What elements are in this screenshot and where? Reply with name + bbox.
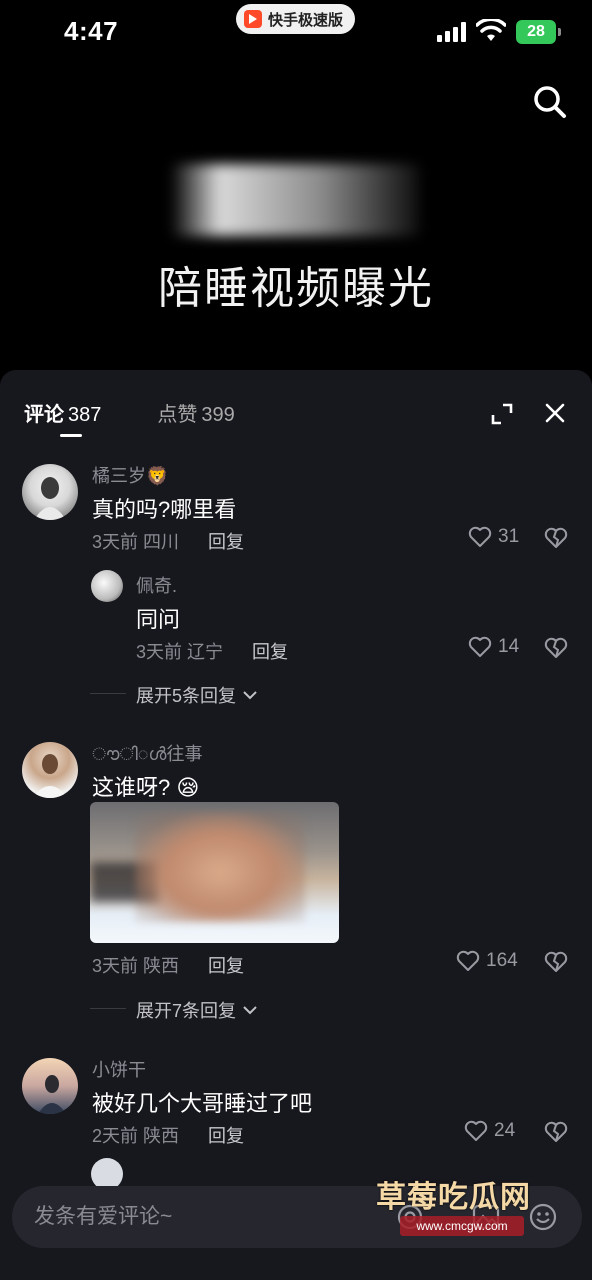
- like-count: 14: [498, 636, 520, 657]
- dislike-heart-icon[interactable]: [544, 1120, 568, 1144]
- comment-time: 3天前: [92, 532, 139, 552]
- heart-icon: [464, 1120, 488, 1141]
- username-text: 橘三岁: [92, 466, 146, 486]
- avatar-person-icon: [32, 754, 68, 798]
- lion-emoji-icon: 🦁: [146, 466, 169, 486]
- tab-likes-count: 399: [201, 404, 235, 426]
- comment-text[interactable]: 被好几个大哥睡过了吧: [92, 1086, 312, 1118]
- dislike-heart-icon[interactable]: [544, 526, 568, 550]
- expand-replies-button[interactable]: 展开5条回复: [89, 682, 258, 708]
- watermark-title: 草莓吃瓜网: [376, 1181, 531, 1214]
- app-badge-label: 快手极速版: [268, 11, 344, 29]
- comment-location: 陕西: [143, 1126, 180, 1146]
- tab-comments-count: 387: [68, 404, 102, 426]
- video-caption: 陪睡视频曝光: [158, 264, 434, 313]
- status-time: 4:47: [64, 16, 119, 46]
- watermark-url: www.cmcgw.com: [400, 1216, 524, 1236]
- comment-meta: 2天前 陕西 回复: [92, 1122, 244, 1148]
- comment-time: 2天前: [92, 1126, 139, 1146]
- battery-indicator: 28: [516, 20, 561, 44]
- comment-text[interactable]: 这谁呀? 😪: [92, 770, 199, 802]
- like-count: 24: [494, 1120, 516, 1141]
- like-button[interactable]: 24: [464, 1120, 515, 1142]
- comment-username[interactable]: 佩奇.: [136, 572, 177, 598]
- chevron-down-icon: [243, 1006, 257, 1015]
- chevron-down-icon: [243, 691, 257, 700]
- image-mosaic: [135, 812, 305, 922]
- blurred-caption-line: [170, 164, 420, 236]
- comment-location: 陕西: [143, 956, 180, 976]
- comment-meta: 3天前 陕西 回复: [92, 952, 244, 978]
- reply-button[interactable]: 回复: [252, 642, 288, 662]
- dislike-heart-icon[interactable]: [544, 636, 568, 660]
- reply-button[interactable]: 回复: [208, 532, 244, 552]
- fullscreen-expand-icon[interactable]: [490, 402, 514, 426]
- wifi-icon: [476, 19, 506, 41]
- tab-likes[interactable]: 点赞 399: [157, 398, 234, 427]
- comment-text[interactable]: 同问: [136, 602, 180, 634]
- tab-comments-label: 评论: [24, 404, 64, 426]
- expand-replies-button[interactable]: 展开7条回复: [89, 997, 258, 1023]
- comment-meta: 3天前 四川 回复: [92, 528, 244, 554]
- like-button[interactable]: 164: [456, 950, 518, 972]
- comment-time: 3天前: [92, 956, 139, 976]
- status-bar: 4:47 快手极速版 28: [0, 0, 592, 64]
- comment-meta: 3天前 辽宁 回复: [136, 638, 288, 664]
- avatar[interactable]: [22, 464, 78, 520]
- sleepy-emoji-icon: 😪: [176, 775, 200, 800]
- comment-location: 四川: [143, 532, 180, 552]
- like-count: 31: [498, 526, 520, 547]
- heart-icon: [468, 526, 492, 547]
- comment-input[interactable]: [34, 1186, 394, 1248]
- heart-icon: [456, 950, 480, 971]
- like-button[interactable]: 31: [468, 526, 519, 548]
- cellular-signal-icon: [437, 22, 466, 42]
- expand-replies-label: 展开5条回复: [136, 686, 237, 706]
- heart-icon: [468, 636, 492, 657]
- dislike-heart-icon[interactable]: [544, 950, 568, 974]
- avatar[interactable]: [22, 742, 78, 798]
- tab-comments[interactable]: 评论 387: [24, 398, 102, 437]
- reply-button[interactable]: 回复: [208, 1126, 244, 1146]
- avatar[interactable]: [91, 570, 123, 602]
- avatar-person-icon: [38, 1075, 66, 1114]
- comment-username[interactable]: ൗ◌ി◌ൾ往事: [92, 740, 203, 766]
- tab-likes-label: 点赞: [157, 404, 198, 426]
- comment-location: 辽宁: [187, 642, 224, 662]
- comment-text[interactable]: 真的吗?哪里看: [92, 492, 236, 524]
- comment-text-content: 这谁呀?: [92, 775, 171, 800]
- emoji-icon[interactable]: [528, 1202, 558, 1232]
- like-button[interactable]: 14: [468, 636, 519, 658]
- app-badge[interactable]: 快手极速版: [236, 4, 356, 34]
- comment-time: 3天前: [136, 642, 183, 662]
- like-count: 164: [486, 950, 518, 971]
- comment-username[interactable]: 小饼干: [92, 1056, 146, 1082]
- close-icon[interactable]: [544, 402, 566, 424]
- comment-username[interactable]: 橘三岁🦁: [92, 462, 168, 488]
- kuaishou-icon: [244, 10, 262, 28]
- comment-image[interactable]: [90, 802, 339, 943]
- comment-tabs: 评论 387 点赞 399: [24, 398, 235, 437]
- battery-level: 28: [527, 23, 545, 40]
- search-icon[interactable]: [530, 82, 570, 122]
- comment-panel: 评论387 点赞399 橘三岁🦁 真的吗?哪里看 3天前 四川 回复 31: [0, 370, 592, 1280]
- avatar-person-icon: [34, 477, 66, 520]
- expand-replies-label: 展开7条回复: [136, 1001, 237, 1021]
- avatar[interactable]: [22, 1058, 78, 1114]
- reply-button[interactable]: 回复: [208, 956, 244, 976]
- video-player[interactable]: 陪睡视频曝光: [0, 64, 592, 384]
